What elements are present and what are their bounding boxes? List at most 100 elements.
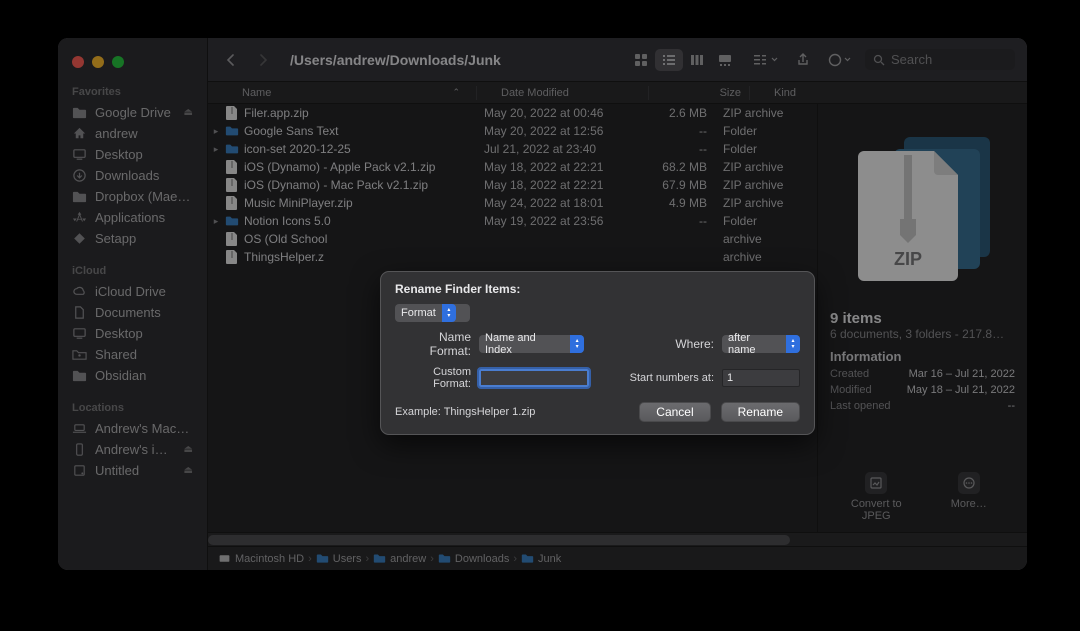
file-date: May 19, 2022 at 23:56 xyxy=(476,214,631,228)
breadcrumb-item[interactable]: Macintosh HD xyxy=(218,552,304,565)
sidebar-item[interactable]: A Applications xyxy=(58,207,207,228)
sidebar-item[interactable]: Documents xyxy=(58,302,207,323)
dropdown-arrows-icon: ▴▾ xyxy=(786,335,800,353)
eject-icon[interactable]: ⏏ xyxy=(184,107,193,118)
rename-button[interactable]: Rename xyxy=(721,402,800,422)
folder-icon xyxy=(373,552,386,565)
example-text: Example: ThingsHelper 1.zip xyxy=(395,406,535,418)
column-header-name[interactable]: Name ⌃ xyxy=(208,87,476,99)
sidebar-item[interactable]: Andrew's iP…⏏ xyxy=(58,439,207,460)
file-date: May 18, 2022 at 22:21 xyxy=(476,160,631,174)
file-row[interactable]: ThingsHelper.zarchive xyxy=(208,248,817,266)
toolbar: /Users/andrew/Downloads/Junk xyxy=(208,38,1027,82)
list-view-button[interactable] xyxy=(655,49,683,71)
file-row[interactable]: ▸Google Sans TextMay 20, 2022 at 12:56--… xyxy=(208,122,817,140)
sidebar-item-label: Shared xyxy=(95,347,137,362)
setapp-icon xyxy=(72,231,87,246)
file-row[interactable]: OS (Old Schoolarchive xyxy=(208,230,817,248)
file-date: May 20, 2022 at 00:46 xyxy=(476,106,631,120)
forward-button[interactable] xyxy=(252,49,274,71)
horizontal-scrollbar[interactable] xyxy=(208,532,1027,546)
sidebar-item[interactable]: Andrew's MacB… xyxy=(58,418,207,439)
file-row[interactable]: ▸icon-set 2020-12-25Jul 21, 2022 at 23:4… xyxy=(208,140,817,158)
eject-icon[interactable]: ⏏ xyxy=(184,465,193,476)
share-button[interactable] xyxy=(792,53,814,67)
info-row: CreatedMar 16 – Jul 21, 2022 xyxy=(830,368,1015,380)
quick-action[interactable]: Convert to JPEG xyxy=(846,472,906,522)
cancel-button[interactable]: Cancel xyxy=(639,402,710,422)
gallery-view-button[interactable] xyxy=(711,49,739,71)
column-view-button[interactable] xyxy=(683,49,711,71)
start-numbers-label: Start numbers at: xyxy=(630,372,714,384)
breadcrumb-item[interactable]: Users xyxy=(316,552,362,565)
sidebar-item[interactable]: iCloud Drive xyxy=(58,281,207,302)
scrollbar-thumb[interactable] xyxy=(208,535,790,545)
file-row[interactable]: iOS (Dynamo) - Apple Pack v2.1.zipMay 18… xyxy=(208,158,817,176)
file-size: 4.9 MB xyxy=(631,196,715,210)
sidebar-item[interactable]: Obsidian xyxy=(58,365,207,386)
eject-icon[interactable]: ⏏ xyxy=(184,444,193,455)
file-row[interactable]: Filer.app.zipMay 20, 2022 at 00:462.6 MB… xyxy=(208,104,817,122)
disclosure-triangle-icon[interactable]: ▸ xyxy=(208,144,224,155)
sidebar-item[interactable]: andrew xyxy=(58,123,207,144)
sidebar-item-label: Applications xyxy=(95,210,165,225)
info-key: Created xyxy=(830,368,869,380)
name-format-dropdown[interactable]: Name and Index ▴▾ xyxy=(479,335,584,353)
sidebar-item[interactable]: Untitled⏏ xyxy=(58,460,207,481)
file-size: 68.2 MB xyxy=(631,160,715,174)
column-header-size[interactable]: Size xyxy=(665,87,749,99)
zip-file-icon xyxy=(224,177,240,193)
sidebar-item[interactable]: Shared xyxy=(58,344,207,365)
folder-icon xyxy=(224,141,240,157)
where-dropdown[interactable]: after name ▴▾ xyxy=(722,335,800,353)
convert-icon xyxy=(865,472,887,494)
column-header-date[interactable]: Date Modified xyxy=(493,87,648,99)
rename-mode-dropdown[interactable]: Format ▴▾ xyxy=(395,304,470,322)
breadcrumb-item[interactable]: andrew xyxy=(373,552,426,565)
quick-action[interactable]: More… xyxy=(939,472,999,522)
icon-view-button[interactable] xyxy=(627,49,655,71)
breadcrumb-label: andrew xyxy=(390,553,426,565)
sidebar-item[interactable]: Setapp xyxy=(58,228,207,249)
apps-icon: A xyxy=(72,210,87,225)
breadcrumb-label: Downloads xyxy=(455,553,509,565)
preview-panel: ZIP 9 items 6 documents, 3 folders - 217… xyxy=(817,104,1027,532)
close-window-button[interactable] xyxy=(72,56,84,68)
file-name: Google Sans Text xyxy=(244,124,476,138)
file-kind: ZIP archive xyxy=(715,106,805,120)
search-input[interactable]: Search xyxy=(865,49,1015,70)
folder-icon xyxy=(316,552,329,565)
file-kind: ZIP archive xyxy=(715,196,805,210)
sidebar-item[interactable]: Desktop xyxy=(58,144,207,165)
sidebar-item[interactable]: Google Drive⏏ xyxy=(58,102,207,123)
minimize-window-button[interactable] xyxy=(92,56,104,68)
disk-icon xyxy=(72,463,87,478)
breadcrumb-item[interactable]: Junk xyxy=(521,552,561,565)
sidebar-item-label: iCloud Drive xyxy=(95,284,166,299)
breadcrumb-item[interactable]: Downloads xyxy=(438,552,509,565)
file-row[interactable]: Music MiniPlayer.zipMay 24, 2022 at 18:0… xyxy=(208,194,817,212)
sidebar-item[interactable]: Dropbox (Maes… xyxy=(58,186,207,207)
sidebar-item[interactable]: Downloads xyxy=(58,165,207,186)
tags-button[interactable] xyxy=(824,53,855,67)
sidebar-item[interactable]: Desktop xyxy=(58,323,207,344)
download-icon xyxy=(72,168,87,183)
disclosure-triangle-icon[interactable]: ▸ xyxy=(208,126,224,137)
file-row[interactable]: ▸Notion Icons 5.0May 19, 2022 at 23:56--… xyxy=(208,212,817,230)
column-header-kind[interactable]: Kind xyxy=(766,87,856,99)
disclosure-triangle-icon[interactable]: ▸ xyxy=(208,216,224,227)
svg-text:ZIP: ZIP xyxy=(893,249,921,269)
breadcrumb-separator-icon: › xyxy=(308,553,312,565)
custom-format-input[interactable] xyxy=(479,369,589,387)
file-kind: archive xyxy=(715,232,805,246)
back-button[interactable] xyxy=(220,49,242,71)
file-name: ThingsHelper.z xyxy=(244,250,476,264)
zoom-window-button[interactable] xyxy=(112,56,124,68)
folder-icon xyxy=(72,189,87,204)
window-controls xyxy=(58,52,207,82)
file-row[interactable]: iOS (Dynamo) - Mac Pack v2.1.zipMay 18, … xyxy=(208,176,817,194)
preview-info-title: Information xyxy=(830,349,1015,364)
group-by-button[interactable] xyxy=(749,53,782,67)
breadcrumb-label: Macintosh HD xyxy=(235,553,304,565)
start-numbers-input[interactable] xyxy=(722,369,800,387)
